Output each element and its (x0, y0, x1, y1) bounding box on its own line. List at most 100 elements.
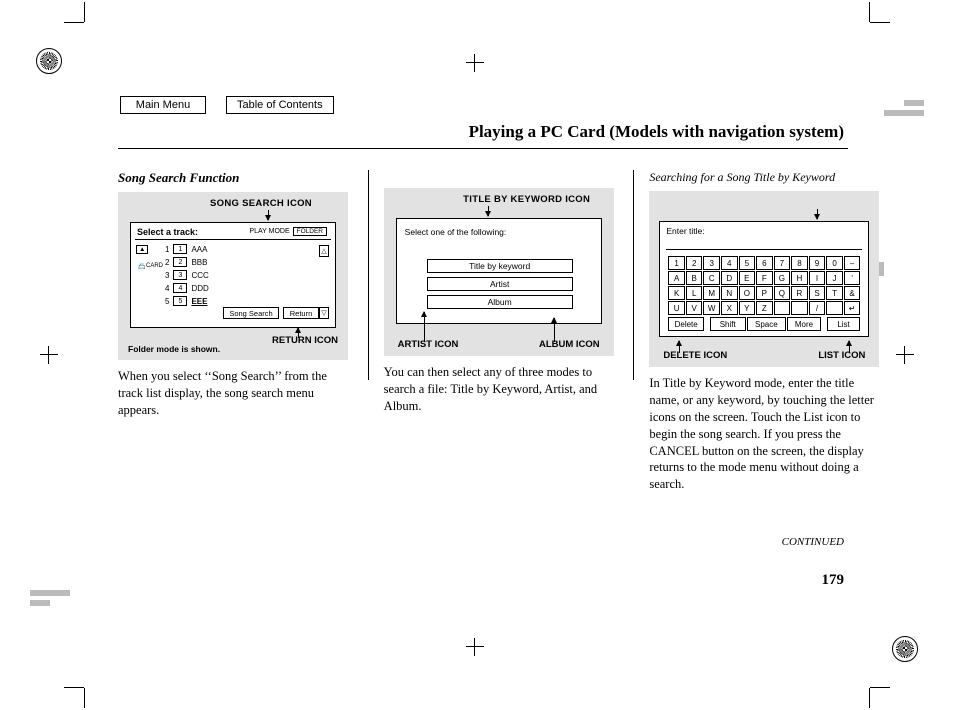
screen-title: Select one of the following: (405, 227, 507, 237)
key[interactable]: B (686, 271, 703, 285)
key[interactable]: 0 (826, 256, 843, 270)
column-separator (368, 170, 369, 380)
key[interactable]: 5 (739, 256, 756, 270)
col2-screen: Select one of the following: Title by ke… (396, 218, 602, 324)
key[interactable]: Q (774, 286, 791, 300)
scroll-down-icon[interactable]: ▽ (319, 307, 329, 319)
arrow-icon (268, 210, 269, 220)
delete-button[interactable]: Delete (668, 317, 704, 331)
arrow-icon (817, 209, 818, 219)
option-title-keyword[interactable]: Title by keyword (427, 259, 573, 273)
option-artist[interactable]: Artist (427, 277, 573, 291)
label-album-icon: ALBUM ICON (539, 339, 600, 350)
track-row[interactable]: 55EEE (165, 295, 285, 307)
continued-label: CONTINUED (782, 536, 844, 548)
option-album[interactable]: Album (427, 295, 573, 309)
key[interactable]: C (703, 271, 720, 285)
key[interactable]: J (826, 271, 843, 285)
key[interactable]: V (686, 301, 703, 315)
key[interactable]: Y (739, 301, 756, 315)
column-separator (633, 170, 634, 380)
label-title-keyword-icon: TITLE BY KEYWORD ICON (384, 194, 614, 205)
key[interactable]: H (791, 271, 808, 285)
play-mode-label: PLAY MODE (249, 228, 289, 235)
keyboard: 1234567890– ABCDEFGHIJ' KLMNOPQRST& UVWX… (668, 256, 860, 332)
key[interactable] (791, 301, 808, 315)
track-row[interactable]: 22BBB (165, 256, 285, 268)
key[interactable]: F (756, 271, 773, 285)
key[interactable]: S (809, 286, 826, 300)
title-rule (118, 148, 848, 149)
key[interactable]: / (809, 301, 826, 315)
key[interactable]: W (703, 301, 720, 315)
key[interactable]: – (844, 256, 861, 270)
list-button[interactable]: List (827, 317, 861, 331)
col2-body: You can then select any of three modes t… (384, 364, 619, 415)
col3-body: In Title by Keyword mode, enter the titl… (649, 375, 884, 493)
key[interactable]: 8 (791, 256, 808, 270)
key[interactable]: D (721, 271, 738, 285)
page-title: Playing a PC Card (Models with navigatio… (469, 122, 844, 142)
key[interactable]: 7 (774, 256, 791, 270)
card-label: CARD (136, 263, 165, 269)
track-row[interactable]: 33CCC (165, 269, 285, 281)
key[interactable]: E (739, 271, 756, 285)
play-mode-chip[interactable]: FOLDER (293, 227, 327, 236)
key[interactable]: 3 (703, 256, 720, 270)
song-search-button[interactable]: Song Search (223, 307, 279, 319)
key[interactable]: X (721, 301, 738, 315)
key[interactable]: & (844, 286, 861, 300)
key[interactable]: N (721, 286, 738, 300)
track-row[interactable]: 11AAA (165, 243, 285, 255)
key[interactable]: G (774, 271, 791, 285)
screen-title: Enter title: (666, 226, 704, 236)
key[interactable]: T (826, 286, 843, 300)
up-badge[interactable]: ▲ (136, 245, 148, 254)
key[interactable]: P (756, 286, 773, 300)
label-artist-icon: ARTIST ICON (398, 339, 459, 350)
scroll-up-icon[interactable]: △ (319, 245, 329, 257)
col2-panel: TITLE BY KEYWORD ICON Select one of the … (384, 188, 614, 356)
key[interactable]: I (809, 271, 826, 285)
space-button[interactable]: Space (747, 317, 787, 331)
key[interactable]: A (668, 271, 685, 285)
key[interactable]: 4 (721, 256, 738, 270)
col1-heading: Song Search Function (118, 170, 353, 186)
main-menu-button[interactable]: Main Menu (120, 96, 206, 114)
key[interactable]: 6 (756, 256, 773, 270)
key[interactable]: 1 (668, 256, 685, 270)
arrow-icon (488, 206, 489, 216)
enter-key-icon[interactable]: ↵ (844, 301, 861, 315)
col3-heading: Searching for a Song Title by Keyword (649, 170, 884, 185)
col1-body: When you select ‘‘Song Search’’ from the… (118, 368, 353, 419)
key[interactable]: L (686, 286, 703, 300)
col1-panel: SONG SEARCH ICON Select a track: PLAY MO… (118, 192, 348, 360)
return-button[interactable]: Return (283, 307, 319, 319)
label-delete-icon: DELETE ICON (663, 350, 727, 361)
key[interactable]: M (703, 286, 720, 300)
col3-panel: MORE ICON Enter title: 1234567890– ABCDE… (649, 191, 879, 367)
key[interactable]: O (739, 286, 756, 300)
page-number: 179 (822, 572, 845, 589)
arrow-icon (424, 312, 425, 342)
key[interactable]: 2 (686, 256, 703, 270)
title-input[interactable] (666, 238, 862, 250)
key[interactable]: U (668, 301, 685, 315)
toc-button[interactable]: Table of Contents (226, 96, 334, 114)
label-song-search-icon: SONG SEARCH ICON (118, 198, 348, 209)
key[interactable]: ' (844, 271, 861, 285)
footnote-folder-mode: Folder mode is shown. (128, 344, 220, 354)
more-button[interactable]: More (787, 317, 821, 331)
label-return-icon: RETURN ICON (272, 335, 338, 346)
key[interactable]: Z (756, 301, 773, 315)
label-list-icon: LIST ICON (818, 350, 865, 361)
key[interactable]: 9 (809, 256, 826, 270)
col3-screen: Enter title: 1234567890– ABCDEFGHIJ' KLM… (659, 221, 869, 337)
screen-title: Select a track: (137, 227, 198, 237)
key[interactable] (826, 301, 843, 315)
key[interactable]: K (668, 286, 685, 300)
shift-button[interactable]: Shift (710, 317, 746, 331)
track-row[interactable]: 44DDD (165, 282, 285, 294)
key[interactable] (774, 301, 791, 315)
key[interactable]: R (791, 286, 808, 300)
